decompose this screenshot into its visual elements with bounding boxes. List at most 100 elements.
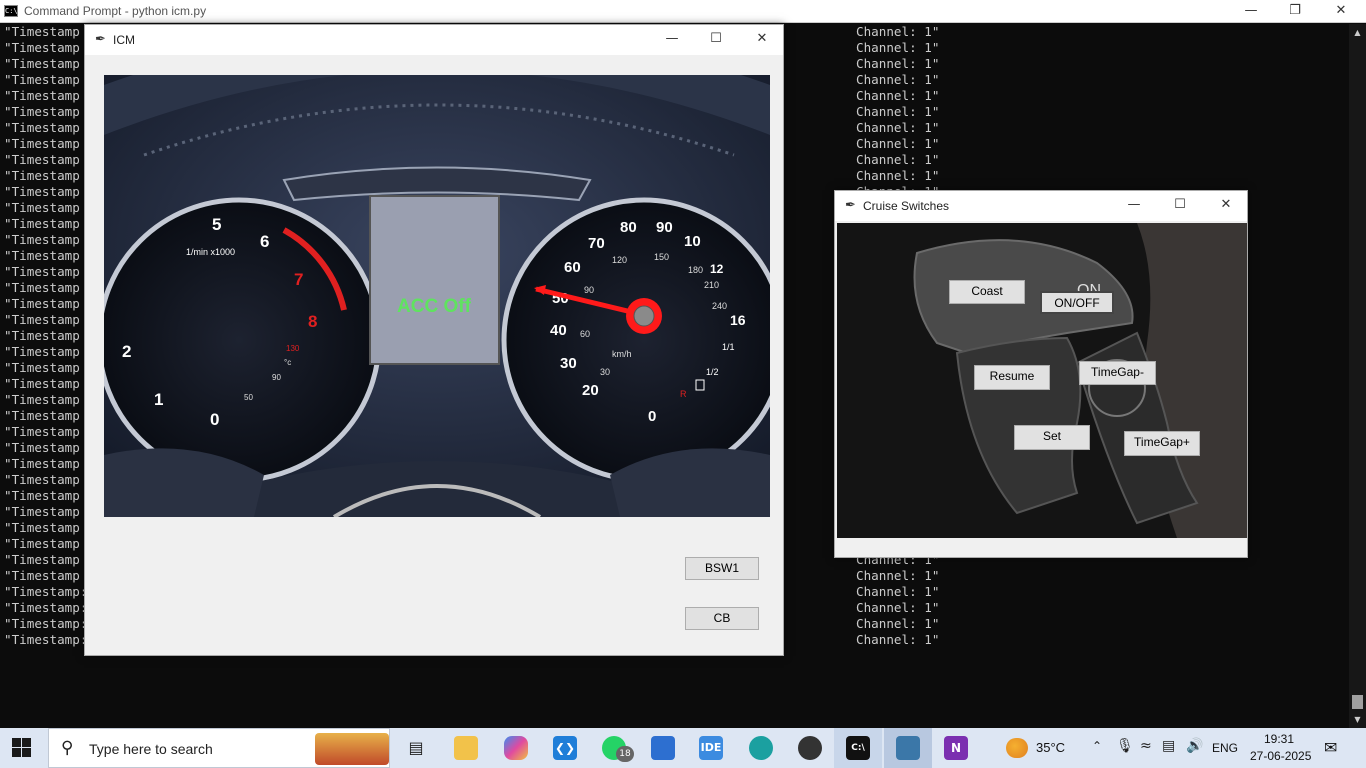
fuel-label-reserve: R: [680, 389, 687, 399]
speed-small-210: 210: [704, 280, 719, 290]
taskbar-cmd-active[interactable]: C:\: [834, 728, 882, 768]
speed-label-70: 70: [588, 235, 605, 252]
scroll-up-icon[interactable]: ▲: [1349, 24, 1366, 41]
ide-icon[interactable]: IDE: [699, 736, 723, 760]
windows-start-icon[interactable]: [12, 738, 34, 758]
store-icon[interactable]: [651, 736, 675, 760]
speed-small-240: 240: [712, 301, 727, 311]
notification-icon[interactable]: ✉: [1324, 738, 1337, 757]
temp-label-90: 90: [272, 373, 281, 382]
weather-temp[interactable]: 35°C: [1036, 740, 1065, 755]
icm-minimize-button[interactable]: —: [649, 28, 695, 51]
timegap-plus-button[interactable]: TimeGap+: [1124, 431, 1200, 456]
taskbar-python-active[interactable]: [884, 728, 932, 768]
cmd-channel-line: Channel: 1": [856, 616, 940, 631]
copilot-icon[interactable]: [504, 736, 528, 760]
cmd-minimize-button[interactable]: —: [1228, 0, 1274, 23]
speed-label-16: 16: [730, 312, 746, 328]
icm-titlebar[interactable]: ✒ ICM — ☐ ✕: [85, 25, 783, 55]
cmd-channel-line: Channel: 1": [856, 632, 940, 647]
onenote-icon[interactable]: N: [944, 736, 968, 760]
python-icon: [896, 736, 920, 760]
cmd-channel-line: Channel: 1": [856, 168, 940, 183]
tach-label-0: 0: [210, 410, 219, 429]
cmd-close-button[interactable]: ✕: [1318, 0, 1364, 23]
speed-label-40: 40: [550, 322, 567, 339]
feather-icon: ✒: [845, 198, 856, 213]
feather-icon: ✒: [95, 32, 106, 47]
chevron-up-icon[interactable]: ⌃: [1092, 739, 1102, 753]
instrument-cluster: 1 2 0 5 6 7 8 1/min x1000 130 90 50 °c 2…: [104, 75, 770, 517]
tach-label-1: 1: [154, 390, 163, 409]
scroll-down-icon[interactable]: ▼: [1349, 711, 1366, 728]
speed-label-10: 10: [684, 233, 701, 250]
microphone-icon[interactable]: 🎙: [1116, 738, 1134, 754]
temp-label-50: 50: [244, 393, 253, 402]
tach-label-7: 7: [294, 270, 303, 289]
speed-unit: km/h: [612, 349, 632, 359]
icm-close-button[interactable]: ✕: [739, 28, 785, 51]
volume-icon[interactable]: 🔊: [1186, 738, 1203, 754]
tachometer-dial: [104, 197, 382, 483]
edge-icon[interactable]: [749, 736, 773, 760]
set-button[interactable]: Set: [1014, 425, 1090, 450]
clock-date[interactable]: 27-06-2025: [1250, 749, 1311, 763]
cruise-titlebar[interactable]: ✒ Cruise Switches — ☐ ✕: [835, 191, 1247, 221]
cmd-scrollbar[interactable]: ▲ ▼: [1349, 24, 1366, 728]
tach-label-2: 2: [122, 342, 131, 361]
bsw1-button[interactable]: BSW1: [685, 557, 759, 580]
speed-label-0: 0: [648, 408, 656, 425]
cruise-minimize-button[interactable]: —: [1111, 194, 1157, 217]
clock-time[interactable]: 19:31: [1264, 732, 1294, 746]
acc-status-text: ACC Off: [397, 296, 472, 317]
network-icon[interactable]: ▤: [1162, 738, 1175, 754]
speed-label-80: 80: [620, 219, 637, 236]
wifi-icon[interactable]: ≈: [1140, 738, 1152, 754]
speed-label-12: 12: [710, 262, 724, 276]
search-highlight-image: [315, 733, 389, 765]
cb-button[interactable]: CB: [685, 607, 759, 630]
language-indicator[interactable]: ENG: [1212, 741, 1238, 755]
obs-icon[interactable]: [798, 736, 822, 760]
file-explorer-icon[interactable]: [454, 736, 478, 760]
fuel-label-half: 1/2: [706, 367, 719, 377]
cmd-icon: C:\: [4, 5, 18, 17]
search-icon: ⚲: [61, 738, 74, 758]
icm-window: ✒ ICM — ☐ ✕ 1 2 0 5 6 7 8 1/min x1000 13…: [84, 24, 784, 656]
cmd-titlebar[interactable]: C:\ Command Prompt - python icm.py — ❐ ✕: [0, 0, 1366, 23]
cmd-channel-line: Channel: 1": [856, 136, 940, 151]
on-off-button[interactable]: ON/OFF: [1040, 291, 1114, 314]
cruise-maximize-button[interactable]: ☐: [1157, 194, 1203, 217]
cmd-restore-button[interactable]: ❐: [1272, 0, 1318, 23]
tach-label-5: 5: [212, 215, 221, 234]
task-view-icon[interactable]: ▤: [404, 736, 428, 760]
search-placeholder: Type here to search: [89, 741, 213, 757]
center-display: [369, 195, 500, 365]
temp-label-unit: °c: [284, 358, 291, 367]
taskbar-search-box[interactable]: ⚲ Type here to search: [48, 728, 390, 768]
vscode-icon[interactable]: ❮❯: [553, 736, 577, 760]
tach-label-6: 6: [260, 232, 269, 251]
cruise-title: Cruise Switches: [863, 199, 950, 213]
cmd-channel-line: Channel: 1": [856, 584, 940, 599]
whatsapp-badge: 18: [616, 746, 634, 762]
cmd-title: Command Prompt - python icm.py: [24, 4, 207, 18]
speed-small-180: 180: [688, 265, 703, 275]
icm-maximize-button[interactable]: ☐: [693, 28, 739, 51]
resume-button[interactable]: Resume: [974, 365, 1050, 390]
cmd-channel-line: Channel: 1": [856, 600, 940, 615]
scroll-thumb[interactable]: [1352, 695, 1363, 709]
speedometer-dial: [501, 197, 770, 483]
speed-label-60: 60: [564, 259, 581, 276]
speed-label-20: 20: [582, 382, 599, 399]
timegap-minus-button[interactable]: TimeGap-: [1079, 361, 1156, 385]
cruise-close-button[interactable]: ✕: [1203, 194, 1249, 217]
cruise-switches-window: ✒ Cruise Switches — ☐ ✕ ON Coast ON/OFF …: [834, 190, 1248, 558]
fuel-label-full: 1/1: [722, 342, 735, 352]
cmd-channel-line: Channel: 1": [856, 40, 940, 55]
coast-button[interactable]: Coast: [949, 280, 1025, 304]
weather-icon[interactable]: [1006, 738, 1028, 758]
tach-label-8: 8: [308, 312, 317, 331]
needle-hub-cap: [633, 305, 655, 327]
cmd-channel-line: Channel: 1": [856, 152, 940, 167]
